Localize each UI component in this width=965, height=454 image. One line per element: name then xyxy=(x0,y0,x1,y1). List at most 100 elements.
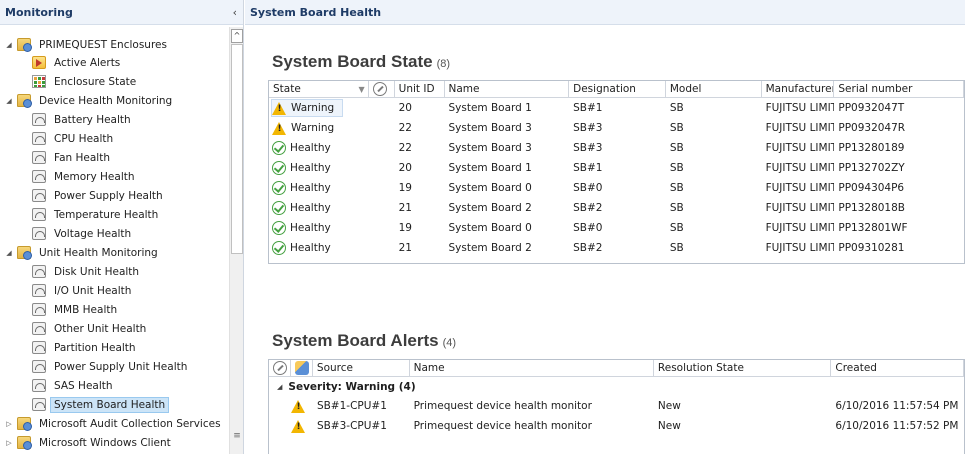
state-box: Healthy xyxy=(271,179,340,197)
column-header[interactable]: State ▼ xyxy=(269,81,369,97)
collapse-pane-icon[interactable]: ‹ xyxy=(233,6,237,19)
tree-item[interactable]: Enclosure State xyxy=(32,72,140,91)
tree-expander-icon[interactable]: ▷ xyxy=(4,439,14,447)
state-cell: Healthy xyxy=(269,199,395,217)
tree-item[interactable]: ▷ Microsoft Windows Client xyxy=(4,433,175,452)
unit-id-cell: 19 xyxy=(398,182,412,194)
tree-item-label: Temperature Health xyxy=(54,208,159,221)
tree-expander-icon[interactable]: ◢ xyxy=(4,97,14,105)
column-header[interactable]: Model xyxy=(666,81,762,97)
tree-expander-icon[interactable]: ▷ xyxy=(4,420,14,428)
tree-item[interactable]: ◢ Device Health Monitoring xyxy=(4,91,176,110)
unit-id-cell: 20 xyxy=(398,162,412,174)
tree-item[interactable]: ◢ PRIMEQUEST Enclosures xyxy=(4,35,171,54)
maintenance-mode-icon xyxy=(273,361,287,375)
serial-cell: PP132801WF xyxy=(838,222,908,234)
column-header-label: Created xyxy=(835,362,877,374)
folder-icon xyxy=(17,417,32,431)
navigation-scrollbar[interactable]: ^ ≡ xyxy=(229,27,243,454)
alert-row[interactable]: SB#1-CPU#1 Primequest device health monit… xyxy=(269,396,964,416)
column-header[interactable] xyxy=(291,360,313,376)
manufacturer-cell: FUJITSU LIMITED xyxy=(765,242,835,254)
tree-item[interactable]: ▷ Microsoft Audit Collection Services xyxy=(4,414,225,433)
alert-row[interactable]: SB#3-CPU#1 Primequest device health monit… xyxy=(269,416,964,436)
alerts-grid[interactable]: Source Name Resolution State Created ◢ Seve… xyxy=(268,359,965,454)
tree-item[interactable]: Power Supply Health xyxy=(32,186,167,205)
dashboard-icon xyxy=(32,360,46,373)
operations-console: Monitoring ‹ ◢ PRIMEQUEST Enclosures Activ… xyxy=(0,0,965,454)
alerts-grid-body: SB#1-CPU#1 Primequest device health monit… xyxy=(269,396,964,436)
manufacturer-cell: FUJITSU LIMITED xyxy=(765,102,835,114)
column-header[interactable]: Designation xyxy=(569,81,666,97)
column-header[interactable]: Name xyxy=(410,360,654,376)
scroll-up-icon[interactable]: ^ xyxy=(231,29,243,43)
severity-group-row[interactable]: ◢ Severity: Warning (4) xyxy=(269,377,964,396)
column-header[interactable]: Unit ID xyxy=(395,81,445,97)
unit-id-cell: 22 xyxy=(398,142,412,154)
state-section-title: System Board State (8) xyxy=(272,52,450,72)
tree-item[interactable]: System Board Health xyxy=(32,395,170,414)
state-cell: Healthy xyxy=(269,219,395,237)
state-label: Healthy xyxy=(290,162,331,174)
state-cell: Healthy xyxy=(269,179,395,197)
table-row[interactable]: Healthy 19 System Board 0 SB#0 SB FUJITSU LIM… xyxy=(269,218,964,238)
column-header[interactable] xyxy=(269,360,291,376)
sort-descending-icon[interactable]: ▼ xyxy=(359,85,365,94)
table-row[interactable]: Healthy 22 System Board 3 SB#3 SB FUJITSU LIM… xyxy=(269,138,964,158)
tree-item[interactable]: Disk Unit Health xyxy=(32,262,143,281)
column-header[interactable]: Manufacturer xyxy=(762,81,835,97)
tree-item[interactable]: Battery Health xyxy=(32,110,135,129)
table-row[interactable]: Warning 22 System Board 3 SB#3 SB FUJITSU LIM… xyxy=(269,118,964,138)
table-row[interactable]: Healthy 20 System Board 1 SB#1 SB FUJITSU LIM… xyxy=(269,158,964,178)
tree-item[interactable]: Voltage Health xyxy=(32,224,135,243)
group-expander-icon[interactable]: ◢ xyxy=(277,383,282,391)
state-box: Warning xyxy=(271,119,343,137)
designation-cell: SB#1 xyxy=(573,102,603,114)
tree-item-label: Disk Unit Health xyxy=(54,265,140,278)
table-row[interactable]: Healthy 21 System Board 2 SB#2 SB FUJITSU LIM… xyxy=(269,198,964,218)
tree-item[interactable]: ◢ Unit Health Monitoring xyxy=(4,243,162,262)
column-header-label: Serial number xyxy=(838,83,913,95)
tree-item[interactable]: Active Alerts xyxy=(32,53,124,72)
state-label: Healthy xyxy=(290,182,331,194)
column-header[interactable]: Resolution State xyxy=(654,360,832,376)
table-row[interactable]: Healthy 19 System Board 0 SB#0 SB FUJITSU LIM… xyxy=(269,178,964,198)
column-header[interactable]: Serial number xyxy=(834,81,964,97)
tree-item-label: I/O Unit Health xyxy=(54,284,132,297)
tree-expander-icon[interactable]: ◢ xyxy=(4,41,14,49)
tree-item[interactable]: Memory Health xyxy=(32,167,139,186)
severity-cell xyxy=(269,419,313,433)
tree-item[interactable]: Other Unit Health xyxy=(32,319,150,338)
tree-item[interactable]: SAS Health xyxy=(32,376,117,395)
tree-item[interactable]: Partition Health xyxy=(32,338,140,357)
name-cell: System Board 2 xyxy=(448,202,532,214)
dashboard-icon xyxy=(32,341,46,354)
tree-item[interactable]: Fan Health xyxy=(32,148,114,167)
tree-item[interactable]: I/O Unit Health xyxy=(32,281,135,300)
column-header[interactable] xyxy=(369,81,395,97)
table-row[interactable]: Healthy 21 System Board 2 SB#2 SB FUJITSU LIM… xyxy=(269,238,964,258)
alert-icon xyxy=(294,361,309,375)
state-label: Healthy xyxy=(290,242,331,254)
state-grid[interactable]: State ▼ Unit ID Name Designation Model Manufac… xyxy=(268,80,965,264)
healthy-icon xyxy=(272,201,286,215)
table-row[interactable]: Warning 20 System Board 1 SB#1 SB FUJITSU LIM… xyxy=(269,98,964,118)
tree-item[interactable]: Power Supply Unit Health xyxy=(32,357,191,376)
state-box: Healthy xyxy=(271,159,340,177)
tree-expander-icon[interactable]: ◢ xyxy=(4,249,14,257)
column-header[interactable]: Name xyxy=(445,81,570,97)
tree-item[interactable]: CPU Health xyxy=(32,129,117,148)
tree-item[interactable]: MMB Health xyxy=(32,300,121,319)
scroll-thumb[interactable] xyxy=(231,44,243,254)
column-header[interactable]: Created xyxy=(831,360,964,376)
column-header[interactable]: Source xyxy=(313,360,410,376)
state-label: Warning xyxy=(291,122,335,134)
tree-item-label: Partition Health xyxy=(54,341,136,354)
serial-cell: PP132702ZY xyxy=(838,162,905,174)
tree-item-label: CPU Health xyxy=(54,132,114,145)
warning-icon xyxy=(291,419,306,433)
navigation-tree: ◢ PRIMEQUEST Enclosures Active Alerts Enclo… xyxy=(0,27,229,454)
tree-item[interactable]: Temperature Health xyxy=(32,205,162,224)
tree-item-label: Voltage Health xyxy=(54,227,132,240)
scroll-grip-icon[interactable]: ≡ xyxy=(232,431,242,441)
